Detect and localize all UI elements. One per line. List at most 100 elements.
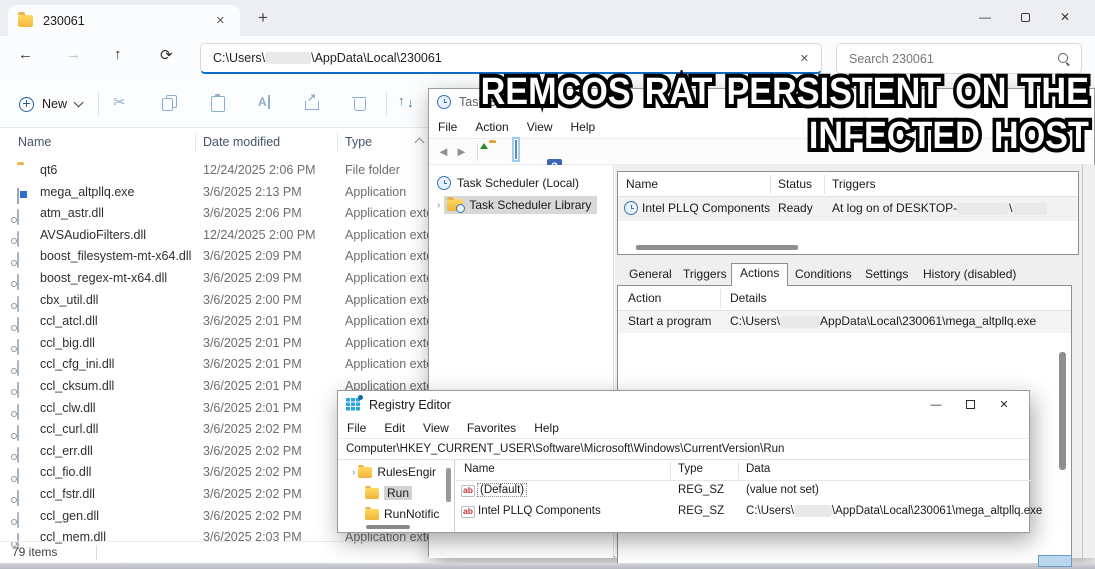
up-icon[interactable]: ↑: [114, 46, 122, 63]
clear-address-icon[interactable]: ✕: [800, 52, 809, 65]
menu-help[interactable]: Help: [525, 421, 568, 435]
col-action[interactable]: Action: [628, 291, 661, 305]
sort-icon[interactable]: [396, 93, 424, 113]
maximize-button[interactable]: [1005, 4, 1045, 30]
tree-item-run[interactable]: Run: [365, 483, 412, 503]
tab-triggers[interactable]: Triggers: [675, 265, 735, 285]
tree-library-label: Task Scheduler Library: [469, 198, 591, 212]
back-icon[interactable]: [437, 143, 450, 161]
desktop: 230061 ✕ + — ✕ ← → ↑ ⟳ C:\Users\ \AppDat…: [0, 0, 1095, 569]
task-row[interactable]: Intel PLLQ Components Ready At log on of…: [618, 197, 1078, 221]
tree-item-rulesengine[interactable]: › RulesEngir: [352, 462, 436, 482]
collapse-chevron-icon[interactable]: [415, 138, 425, 148]
tree-label: RulesEngir: [377, 465, 436, 479]
horizontal-scrollbar[interactable]: [636, 245, 798, 250]
action-row[interactable]: Start a program C:\Users\AppData\Local\2…: [618, 311, 1071, 333]
refresh-icon[interactable]: ⟳: [160, 46, 173, 64]
value-type: REG_SZ: [678, 484, 724, 496]
close-button[interactable]: ✕: [1045, 4, 1085, 30]
explorer-tab[interactable]: 230061 ✕: [8, 5, 240, 36]
tab-history[interactable]: History (disabled): [915, 265, 1024, 285]
file-icon: [17, 490, 19, 506]
folder-icon: [365, 488, 379, 499]
task-list-header: Name Status Triggers: [618, 172, 1078, 197]
task-list: Name Status Triggers Intel PLLQ Componen…: [617, 171, 1079, 255]
menu-file[interactable]: File: [429, 120, 466, 134]
vertical-scrollbar[interactable]: [1059, 352, 1066, 470]
col-triggers[interactable]: Triggers: [832, 177, 876, 191]
task-icon: [624, 201, 638, 215]
column-type[interactable]: Type: [345, 135, 372, 149]
col-name[interactable]: Name: [464, 463, 495, 475]
task-triggers: At log on of DESKTOP-\: [832, 201, 1047, 215]
registry-value-row[interactable]: (Default) REG_SZ (value not set): [456, 481, 1031, 502]
file-type: File folder: [345, 160, 400, 182]
expander-icon[interactable]: ›: [437, 200, 440, 211]
col-status[interactable]: Status: [778, 177, 812, 191]
file-name: ccl_fio.dll: [40, 462, 91, 484]
new-button[interactable]: New: [10, 90, 91, 118]
registry-title: Registry Editor: [369, 398, 919, 412]
task-name: Intel PLLQ Components: [642, 201, 770, 215]
registry-value-row[interactable]: Intel PLLQ Components REG_SZ C:\Users\\A…: [456, 502, 1031, 523]
menu-favorites[interactable]: Favorites: [458, 421, 525, 435]
forward-icon[interactable]: [455, 143, 468, 161]
col-type[interactable]: Type: [678, 463, 703, 475]
file-icon: [17, 382, 19, 398]
share-icon[interactable]: [302, 93, 322, 113]
column-separator[interactable]: [337, 133, 338, 153]
file-icon: [17, 231, 19, 247]
file-date: 3/6/2025 2:13 PM: [203, 182, 302, 204]
horizontal-scrollbar[interactable]: [366, 525, 410, 529]
value-data: (value not set): [746, 484, 819, 496]
expander-icon[interactable]: ›: [352, 467, 355, 478]
registry-address-bar[interactable]: Computer\HKEY_CURRENT_USER\Software\Micr…: [338, 439, 1029, 460]
menu-file[interactable]: File: [338, 421, 375, 435]
maximize-button[interactable]: [953, 395, 987, 415]
column-separator: [770, 175, 771, 194]
string-value-icon: [461, 485, 475, 497]
menu-view[interactable]: View: [414, 421, 458, 435]
delete-icon[interactable]: [350, 93, 370, 113]
search-input[interactable]: [847, 51, 1057, 67]
vertical-scrollbar[interactable]: [446, 468, 451, 502]
file-icon: [17, 468, 19, 484]
registry-titlebar[interactable]: Registry Editor — ✕: [338, 391, 1029, 418]
tab-general[interactable]: General: [621, 265, 680, 285]
value-name: (Default): [478, 484, 526, 496]
registry-icon: [346, 398, 361, 411]
tab-settings[interactable]: Settings: [857, 265, 916, 285]
file-icon: [17, 404, 19, 420]
back-icon[interactable]: ←: [18, 46, 33, 63]
file-name: ccl_big.dll: [40, 333, 95, 355]
minimize-button[interactable]: —: [965, 4, 1005, 30]
close-button[interactable]: ✕: [987, 395, 1021, 415]
task-scheduler-icon: [437, 95, 451, 109]
new-tab-button[interactable]: +: [258, 8, 268, 28]
tab-close-icon[interactable]: ✕: [211, 12, 230, 29]
copy-icon[interactable]: [160, 93, 180, 113]
tab-conditions[interactable]: Conditions: [787, 265, 860, 285]
tree-item-local[interactable]: Task Scheduler (Local): [429, 173, 579, 193]
cut-icon[interactable]: [112, 93, 132, 113]
column-separator[interactable]: [195, 133, 196, 153]
file-name: ccl_cfg_ini.dll: [40, 354, 114, 376]
minimize-button[interactable]: —: [919, 395, 953, 415]
col-details[interactable]: Details: [730, 291, 767, 305]
file-icon: [17, 339, 19, 355]
trigger-text: At log on of DESKTOP-: [832, 201, 957, 215]
col-name[interactable]: Name: [626, 177, 658, 191]
column-date-modified[interactable]: Date modified: [203, 135, 280, 149]
headline-overlay: REMCOS RAT PERSISTENT ON THE REMCOS RAT …: [481, 70, 1089, 158]
column-name[interactable]: Name: [18, 135, 51, 149]
menu-edit[interactable]: Edit: [375, 421, 414, 435]
tab-actions[interactable]: Actions: [731, 263, 788, 286]
col-data[interactable]: Data: [746, 463, 770, 475]
file-icon: [17, 274, 19, 290]
paste-icon[interactable]: [208, 93, 228, 113]
file-date: 3/6/2025 2:02 PM: [203, 462, 302, 484]
forward-icon[interactable]: →: [66, 46, 81, 63]
tree-item-library[interactable]: › Task Scheduler Library: [429, 195, 597, 215]
tree-item-runnotification[interactable]: RunNotific: [365, 504, 439, 524]
rename-icon[interactable]: [255, 93, 275, 113]
